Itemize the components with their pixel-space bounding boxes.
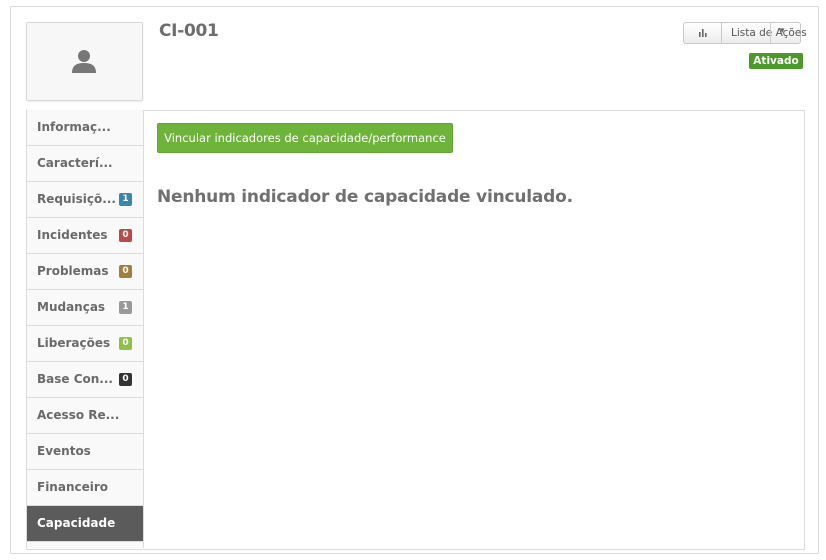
actions-list-button[interactable]: Lista de Ações ▾ xyxy=(722,22,807,44)
count-badge: 0 xyxy=(119,337,132,350)
button-divider xyxy=(770,23,771,43)
sidebar-item-capacidade[interactable]: Capacidade xyxy=(26,506,143,542)
ci-avatar xyxy=(26,22,143,101)
sidebar-item-label: Mudanças xyxy=(37,300,106,314)
link-capacity-indicators-button[interactable]: Vincular indicadores de capacidade/perfo… xyxy=(157,123,453,153)
user-icon xyxy=(72,50,96,73)
sidebar-item-label: Problemas xyxy=(37,264,109,278)
sidebar-item-requisicoes[interactable]: Requisiçõ... 1 xyxy=(26,182,143,218)
count-badge: 1 xyxy=(119,193,132,206)
sidebar-item-liberacoes[interactable]: Liberações 0 xyxy=(26,326,143,362)
sidebar-item-mudancas[interactable]: Mudanças 1 xyxy=(26,290,143,326)
sidebar-item-acesso-remoto[interactable]: Acesso Re... xyxy=(26,398,143,434)
sidebar-item-label: Financeiro xyxy=(37,480,109,494)
count-badge: 0 xyxy=(119,229,132,242)
sidebar-item-label: Capacidade xyxy=(37,516,116,530)
count-badge: 0 xyxy=(119,265,132,278)
sidebar-item-financeiro[interactable]: Financeiro xyxy=(26,470,143,506)
sidebar-item-label: Requisiçõ... xyxy=(37,192,116,206)
count-badge: 1 xyxy=(119,301,132,314)
sidebar-item-label: Informaç... xyxy=(37,120,111,134)
sidebar-item-label: Caracterí... xyxy=(37,156,113,170)
sidebar-item-eventos[interactable]: Eventos xyxy=(26,434,143,470)
caret-down-icon: ▾ xyxy=(780,26,785,36)
sidebar-item-label: Base Con... xyxy=(37,372,113,386)
actions-list-label: Lista de Ações xyxy=(731,27,807,39)
sidebar-item-caracteristicas[interactable]: Caracterí... xyxy=(26,146,143,182)
sidebar-item-label: Acesso Re... xyxy=(37,408,120,422)
empty-state-message: Nenhum indicador de capacidade vinculado… xyxy=(157,187,573,207)
sidebar: Informaç... Caracterí... Requisiçõ... 1 … xyxy=(26,110,144,548)
count-badge: 0 xyxy=(119,373,132,386)
sidebar-item-label: Incidentes xyxy=(37,228,108,242)
sidebar-item-informacoes[interactable]: Informaç... xyxy=(26,110,143,146)
sidebar-item-base-conhecimento[interactable]: Base Con... 0 xyxy=(26,362,143,398)
bar-chart-icon xyxy=(699,29,707,37)
sidebar-item-incidentes[interactable]: Incidentes 0 xyxy=(26,218,143,254)
sidebar-item-overflow xyxy=(26,542,143,548)
sidebar-item-label: Liberações xyxy=(37,336,111,350)
sidebar-item-label: Eventos xyxy=(37,444,91,458)
chart-button[interactable] xyxy=(683,22,722,44)
status-badge: Ativado xyxy=(749,53,803,69)
page-title: CI-001 xyxy=(159,21,219,41)
sidebar-item-problemas[interactable]: Problemas 0 xyxy=(26,254,143,290)
